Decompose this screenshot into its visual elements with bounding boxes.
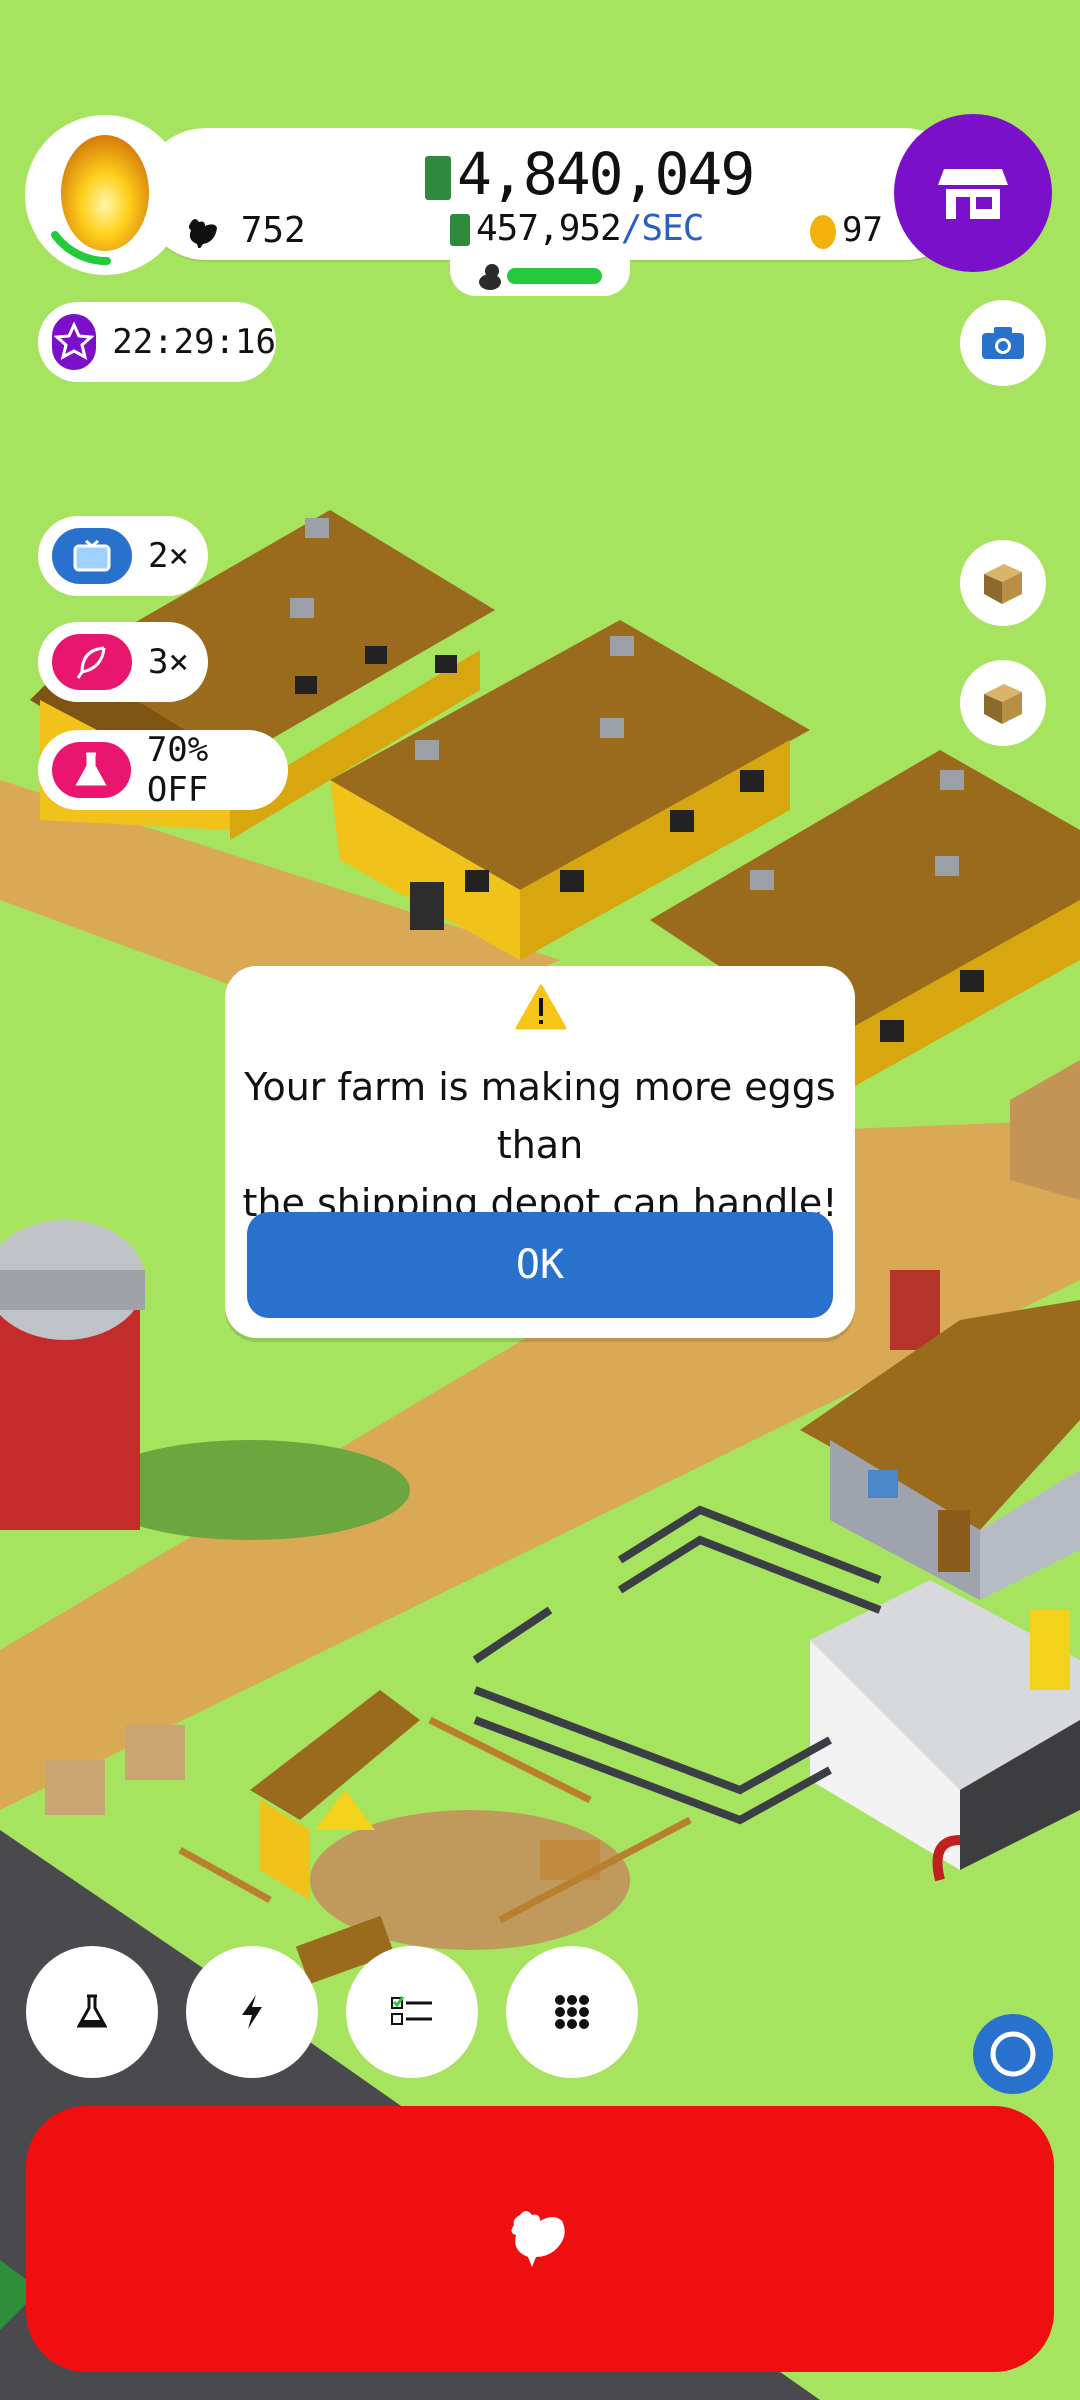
- missions-button[interactable]: [346, 1946, 478, 2078]
- hab-capacity-indicator: [478, 262, 504, 294]
- chicken-count: 752: [185, 210, 306, 251]
- event-timer-value: 22:29:16: [112, 322, 276, 362]
- feather-icon: [52, 634, 132, 690]
- research-sale-pill[interactable]: 70% OFF: [38, 730, 288, 810]
- golden-egg-value: 97: [842, 210, 883, 250]
- video-boost-pill[interactable]: 2×: [38, 516, 208, 596]
- camera-button[interactable]: [960, 300, 1046, 386]
- grid-icon: [555, 1995, 589, 2029]
- camera-icon: [982, 327, 1024, 359]
- research-sale-value: 70% OFF: [146, 730, 209, 810]
- box-icon: [984, 564, 1022, 604]
- boosts-button[interactable]: [186, 1946, 318, 2078]
- earnings-boost-value: 3×: [148, 642, 189, 682]
- golden-egg-count: 97: [810, 210, 883, 250]
- shop-icon: [938, 169, 1008, 219]
- shop-button[interactable]: [894, 114, 1052, 272]
- video-boost-value: 2×: [148, 536, 189, 576]
- egg-button[interactable]: [25, 115, 185, 275]
- star-icon: [52, 314, 97, 370]
- ok-button[interactable]: OK: [247, 1212, 833, 1318]
- earnings-boost-pill[interactable]: 3×: [38, 622, 208, 702]
- dialog-message: Your farm is making more eggs than the s…: [225, 1058, 855, 1232]
- rate-value: 457,952: [476, 208, 622, 249]
- checklist-icon: [391, 1996, 432, 2025]
- research-button[interactable]: [26, 1946, 158, 2078]
- hab-capacity-bar: [507, 268, 602, 284]
- warning-icon: [515, 984, 567, 1030]
- hatch-chicken-button[interactable]: [26, 2106, 1054, 2372]
- chick-icon: [479, 264, 501, 290]
- earning-rate: 457,952/SEC: [450, 208, 705, 249]
- overlay-toggle-button[interactable]: [973, 2014, 1053, 2094]
- cash-icon: [450, 214, 470, 246]
- flask-icon: [52, 742, 131, 798]
- money-counter: 4,840,049: [425, 140, 755, 208]
- gift-box-button[interactable]: [960, 540, 1046, 626]
- chicken-icon: [511, 2211, 565, 2267]
- cash-icon: [425, 155, 451, 200]
- warning-dialog: Your farm is making more eggs than the s…: [225, 966, 855, 1338]
- lightning-icon: [242, 1995, 262, 2029]
- box-icon: [984, 684, 1022, 724]
- tv-icon: [52, 528, 132, 584]
- rate-unit: /SEC: [620, 208, 705, 249]
- event-timer-pill[interactable]: 22:29:16: [38, 302, 276, 382]
- golden-egg-icon: [810, 214, 836, 249]
- flask-icon: [77, 1994, 107, 2028]
- money-value: 4,840,049: [457, 140, 755, 208]
- ring-icon: [990, 2031, 1036, 2077]
- chicken-count-value: 752: [240, 210, 306, 251]
- dialog-message-line: Your farm is making more eggs than: [244, 1065, 836, 1167]
- golden-egg-icon: [51, 135, 149, 266]
- chicken-icon: [189, 219, 217, 250]
- gift-box-button[interactable]: [960, 660, 1046, 746]
- menu-button[interactable]: [506, 1946, 638, 2078]
